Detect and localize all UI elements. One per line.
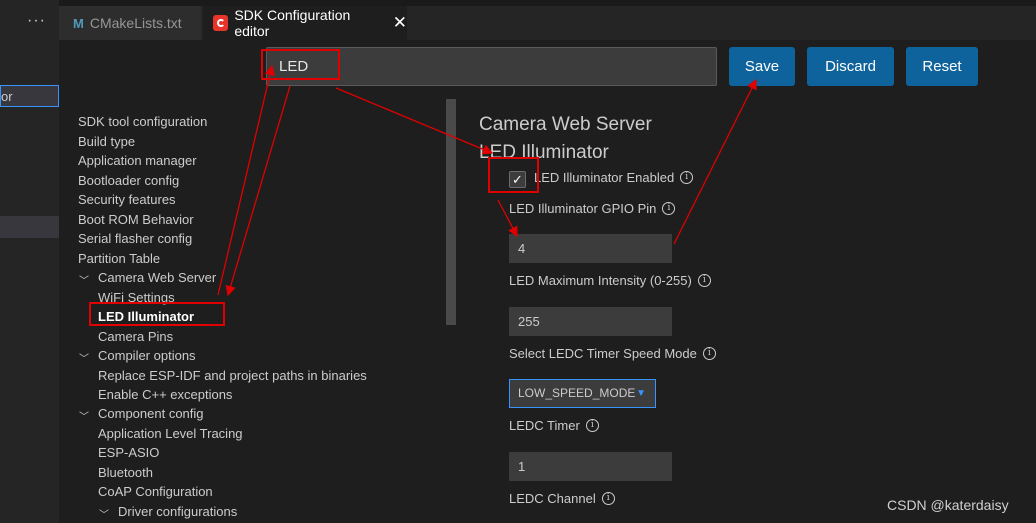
arrow-search-to-tree: [225, 85, 291, 297]
arrow-tree-to-search: [217, 64, 275, 296]
sdk-config-editor-window: ··· or M CMakeLists.txt SDK Configuratio…: [0, 0, 1036, 523]
arrow-gpio-to-save: [673, 78, 757, 245]
annotation-arrows: [217, 64, 757, 297]
arrow-checkbox-to-gpio: [497, 199, 518, 238]
arrow-search-to-checkbox: [335, 87, 494, 155]
watermark: CSDN @katerdaisy: [887, 497, 1009, 513]
